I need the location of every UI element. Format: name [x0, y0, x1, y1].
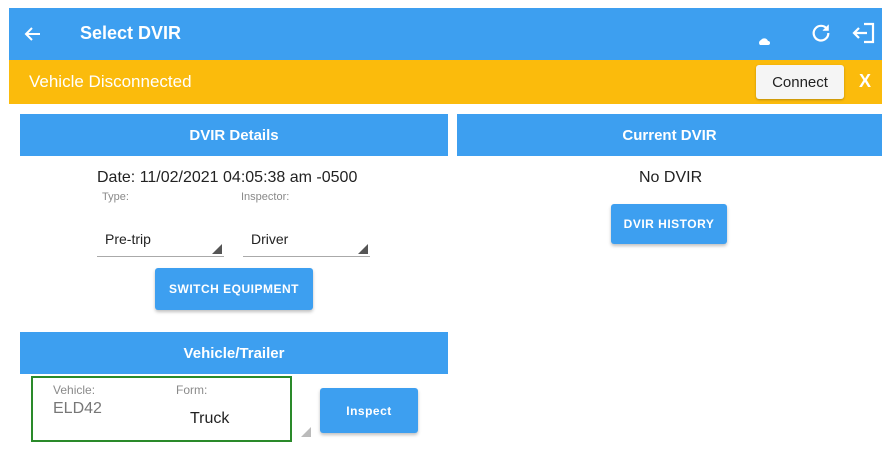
cloud-icon [757, 34, 771, 48]
refresh-icon[interactable] [807, 19, 835, 47]
switch-equipment-button[interactable]: SWITCH EQUIPMENT [155, 268, 313, 310]
inspect-button[interactable]: Inspect [320, 388, 418, 433]
type-label: Type: [102, 191, 129, 203]
dropdown-arrow-icon [212, 244, 222, 254]
inspector-value: Driver [251, 231, 289, 247]
form-value[interactable]: Truck [190, 410, 229, 428]
vehicle-label: Vehicle: [53, 383, 96, 397]
current-dvir-header: Current DVIR [457, 114, 882, 156]
inspector-label: Inspector: [241, 191, 290, 203]
dvir-history-button[interactable]: DVIR HISTORY [611, 204, 727, 244]
connection-status-text: Vehicle Disconnected [29, 72, 192, 91]
type-spinner[interactable]: Pre-trip [97, 225, 224, 257]
dvir-details-header: DVIR Details [20, 114, 448, 156]
logout-icon[interactable] [849, 19, 879, 47]
close-banner-button[interactable]: X [859, 71, 871, 92]
connection-banner: Vehicle Disconnected Connect X [9, 60, 882, 104]
current-dvir-status: No DVIR [639, 169, 703, 186]
type-value: Pre-trip [105, 231, 151, 247]
vehicle-trailer-header: Vehicle/Trailer [20, 332, 448, 374]
app-screen: Select DVIR Vehicle Disconnected Connect… [9, 8, 882, 461]
app-bar: Select DVIR [9, 8, 882, 60]
inspector-spinner[interactable]: Driver [243, 225, 370, 257]
dvir-date: Date: 11/02/2021 04:05:38 am -0500 [97, 169, 358, 186]
vehicle-value: ELD42 [53, 400, 102, 417]
arrow-left-icon[interactable] [19, 20, 47, 48]
page-title: Select DVIR [80, 23, 182, 43]
connect-button[interactable]: Connect [756, 65, 844, 99]
form-label: Form: [176, 383, 208, 397]
dropdown-arrow-icon [358, 244, 368, 254]
dropdown-arrow-icon [301, 427, 311, 437]
